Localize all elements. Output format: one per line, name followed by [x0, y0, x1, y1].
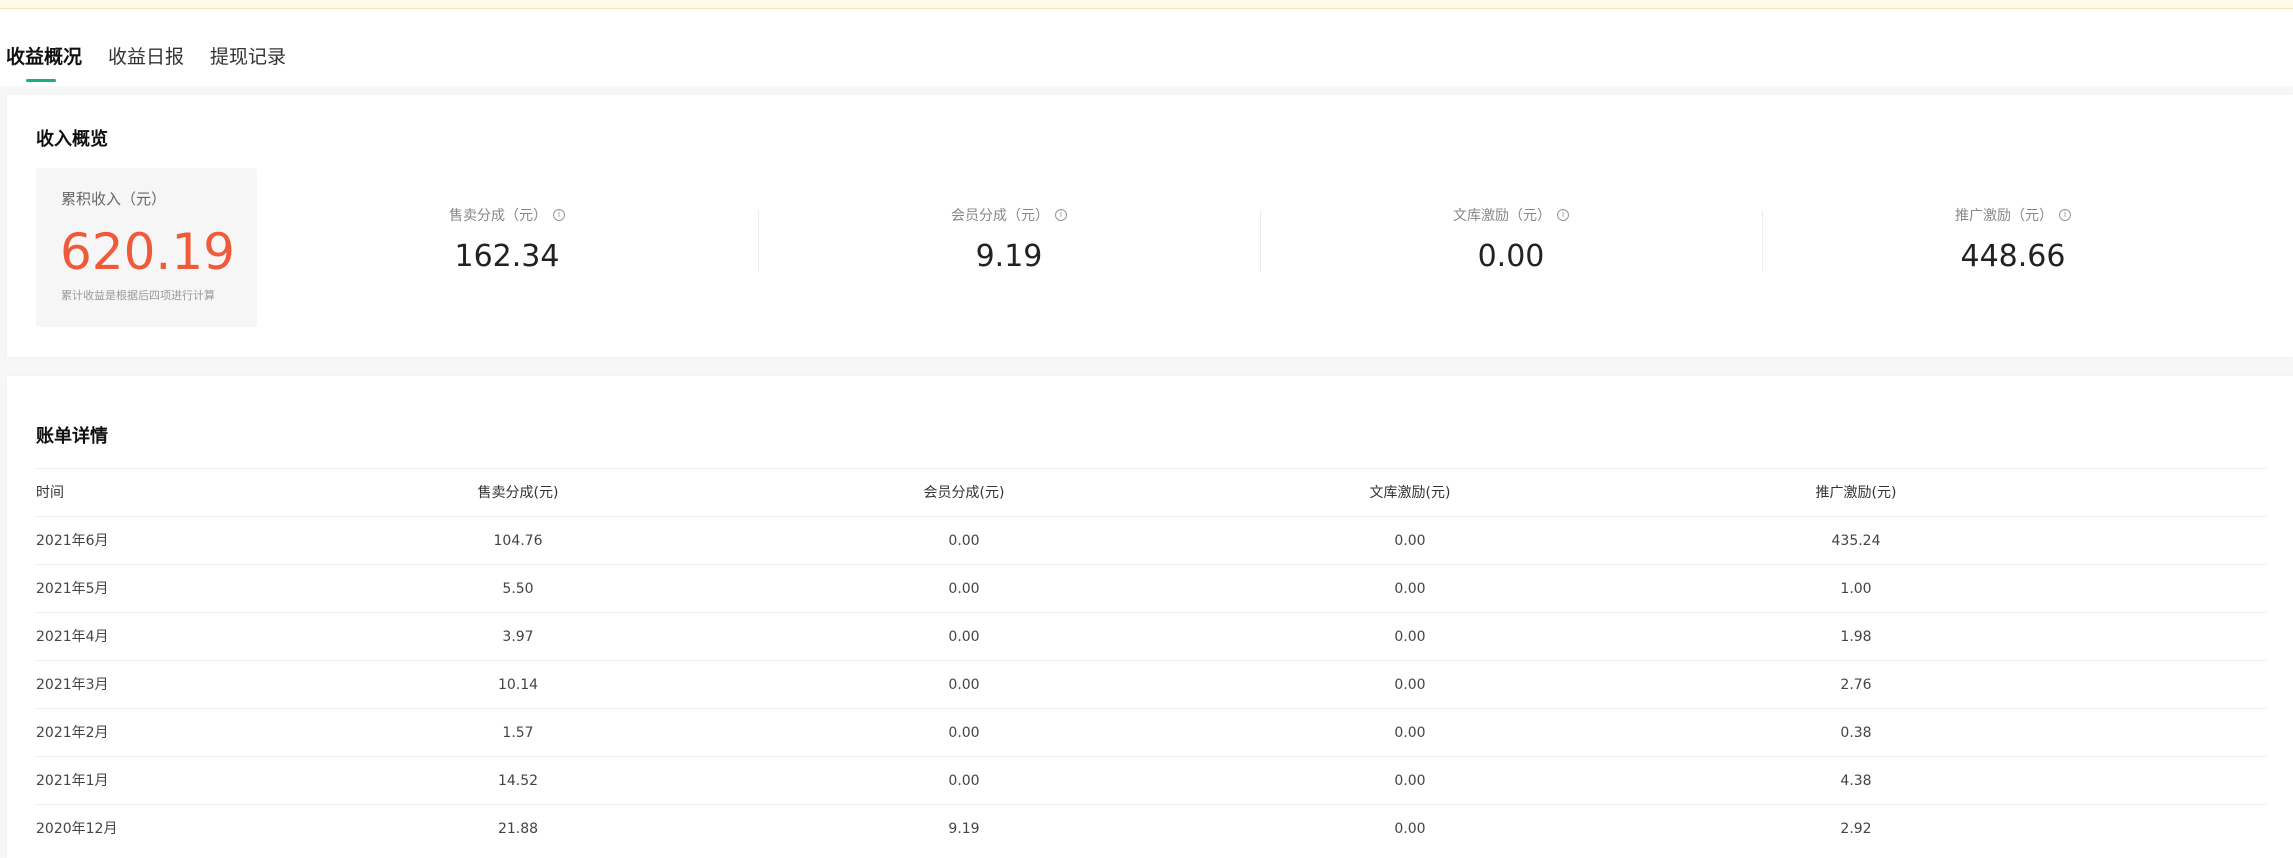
cell-promotion-incentive: 1.98: [1840, 629, 1872, 645]
cell-library-incentive: 0.00: [1394, 725, 1426, 741]
cell-time: 2021年2月: [36, 725, 109, 741]
cell-sales-share: 1.57: [502, 725, 534, 741]
cell-member-share: 0.00: [948, 581, 980, 597]
table-row: 2021年1月 14.52 0.00 0.00 4.38: [36, 756, 2267, 804]
table-row: 2021年4月 3.97 0.00 0.00 1.98: [36, 612, 2267, 660]
stat-member-share-value: 9.19: [975, 239, 1043, 274]
table-row: 2021年6月 104.76 0.00 0.00 435.24: [36, 516, 2267, 564]
stat-promotion-incentive-value: 448.66: [1960, 239, 2066, 274]
column-header-member-share: 会员分成(元): [923, 485, 1005, 501]
active-tab-indicator: [26, 79, 56, 82]
cell-time: 2021年6月: [36, 533, 109, 549]
cell-promotion-incentive: 2.92: [1840, 821, 1872, 837]
info-icon[interactable]: i: [1557, 209, 1569, 221]
table-row: 2021年2月 1.57 0.00 0.00 0.38: [36, 708, 2267, 756]
cell-sales-share: 3.97: [502, 629, 534, 645]
cell-library-incentive: 0.00: [1394, 533, 1426, 549]
stat-sales-share-value: 162.34: [454, 239, 560, 274]
cumulative-income-box: 累积收入（元） 620.19 累计收益是根据后四项进行计算: [36, 168, 257, 327]
cell-time: 2021年1月: [36, 773, 109, 789]
cell-library-incentive: 0.00: [1394, 773, 1426, 789]
table-row: 2020年12月 21.88 9.19 0.00 2.92: [36, 804, 2267, 852]
stat-library-incentive-value: 0.00: [1477, 239, 1545, 274]
tab-earnings-overview[interactable]: 收益概况: [6, 42, 82, 69]
column-header-sales-share: 售卖分成(元): [477, 485, 559, 501]
cell-member-share: 0.00: [948, 725, 980, 741]
cell-library-incentive: 0.00: [1394, 581, 1426, 597]
cumulative-income-note: 累计收益是根据后四项进行计算: [61, 289, 215, 302]
cumulative-income-label: 累积收入（元）: [61, 190, 167, 208]
tab-daily-report[interactable]: 收益日报: [108, 42, 184, 69]
stat-member-share: 会员分成（元） i 9.19: [759, 205, 1259, 274]
tab-withdrawal-records[interactable]: 提现记录: [210, 42, 286, 69]
stat-member-share-label: 会员分成（元）: [951, 208, 1049, 224]
cell-time: 2020年12月: [36, 821, 118, 837]
stat-sales-share-label: 售卖分成（元）: [449, 208, 547, 224]
table-row: 2021年3月 10.14 0.00 0.00 2.76: [36, 660, 2267, 708]
column-header-promotion-incentive: 推广激励(元): [1815, 485, 1897, 501]
cell-member-share: 9.19: [948, 821, 980, 837]
cell-member-share: 0.00: [948, 629, 980, 645]
stat-promotion-incentive-label: 推广激励（元）: [1955, 208, 2053, 224]
stat-promotion-incentive: 推广激励（元） i 448.66: [1763, 205, 2263, 274]
cell-member-share: 0.00: [948, 773, 980, 789]
stat-library-incentive-label: 文库激励（元）: [1453, 208, 1551, 224]
notice-bar: [0, 0, 2293, 9]
cell-sales-share: 5.50: [502, 581, 534, 597]
cumulative-income-value: 620.19: [60, 223, 235, 281]
cell-sales-share: 10.14: [497, 677, 539, 693]
cell-sales-share: 14.52: [497, 773, 539, 789]
table-row: 2021年5月 5.50 0.00 0.00 1.00: [36, 564, 2267, 612]
cell-promotion-incentive: 1.00: [1840, 581, 1872, 597]
info-icon[interactable]: i: [1055, 209, 1067, 221]
info-icon[interactable]: i: [553, 209, 565, 221]
cell-library-incentive: 0.00: [1394, 677, 1426, 693]
cell-member-share: 0.00: [948, 677, 980, 693]
info-icon[interactable]: i: [2059, 209, 2071, 221]
stat-library-incentive: 文库激励（元） i 0.00: [1261, 205, 1761, 274]
income-overview-title: 收入概览: [36, 129, 108, 150]
column-header-time: 时间: [36, 485, 64, 501]
cell-time: 2021年4月: [36, 629, 109, 645]
column-header-library-incentive: 文库激励(元): [1369, 485, 1451, 501]
cell-library-incentive: 0.00: [1394, 821, 1426, 837]
table-header: 时间 售卖分成(元) 会员分成(元) 文库激励(元) 推广激励(元): [36, 468, 2267, 516]
tab-bar: 收益概况 收益日报 提现记录: [0, 9, 2293, 86]
cell-sales-share: 21.88: [497, 821, 539, 837]
cell-sales-share: 104.76: [493, 533, 543, 549]
cell-time: 2021年5月: [36, 581, 109, 597]
stat-sales-share: 售卖分成（元） i 162.34: [257, 205, 757, 274]
cell-library-incentive: 0.00: [1394, 629, 1426, 645]
cell-promotion-incentive: 435.24: [1831, 533, 1881, 549]
cell-time: 2021年3月: [36, 677, 109, 693]
cell-promotion-incentive: 2.76: [1840, 677, 1872, 693]
income-overview-card: 收入概览 累积收入（元） 620.19 累计收益是根据后四项进行计算 售卖分成（…: [7, 95, 2293, 357]
bill-details-table: 时间 售卖分成(元) 会员分成(元) 文库激励(元) 推广激励(元) 2021年…: [36, 468, 2267, 852]
cell-promotion-incentive: 0.38: [1840, 725, 1872, 741]
bill-details-title: 账单详情: [36, 426, 108, 447]
bill-details-card: 账单详情 时间 售卖分成(元) 会员分成(元) 文库激励(元) 推广激励(元) …: [7, 376, 2293, 858]
cell-promotion-incentive: 4.38: [1840, 773, 1872, 789]
cell-member-share: 0.00: [948, 533, 980, 549]
